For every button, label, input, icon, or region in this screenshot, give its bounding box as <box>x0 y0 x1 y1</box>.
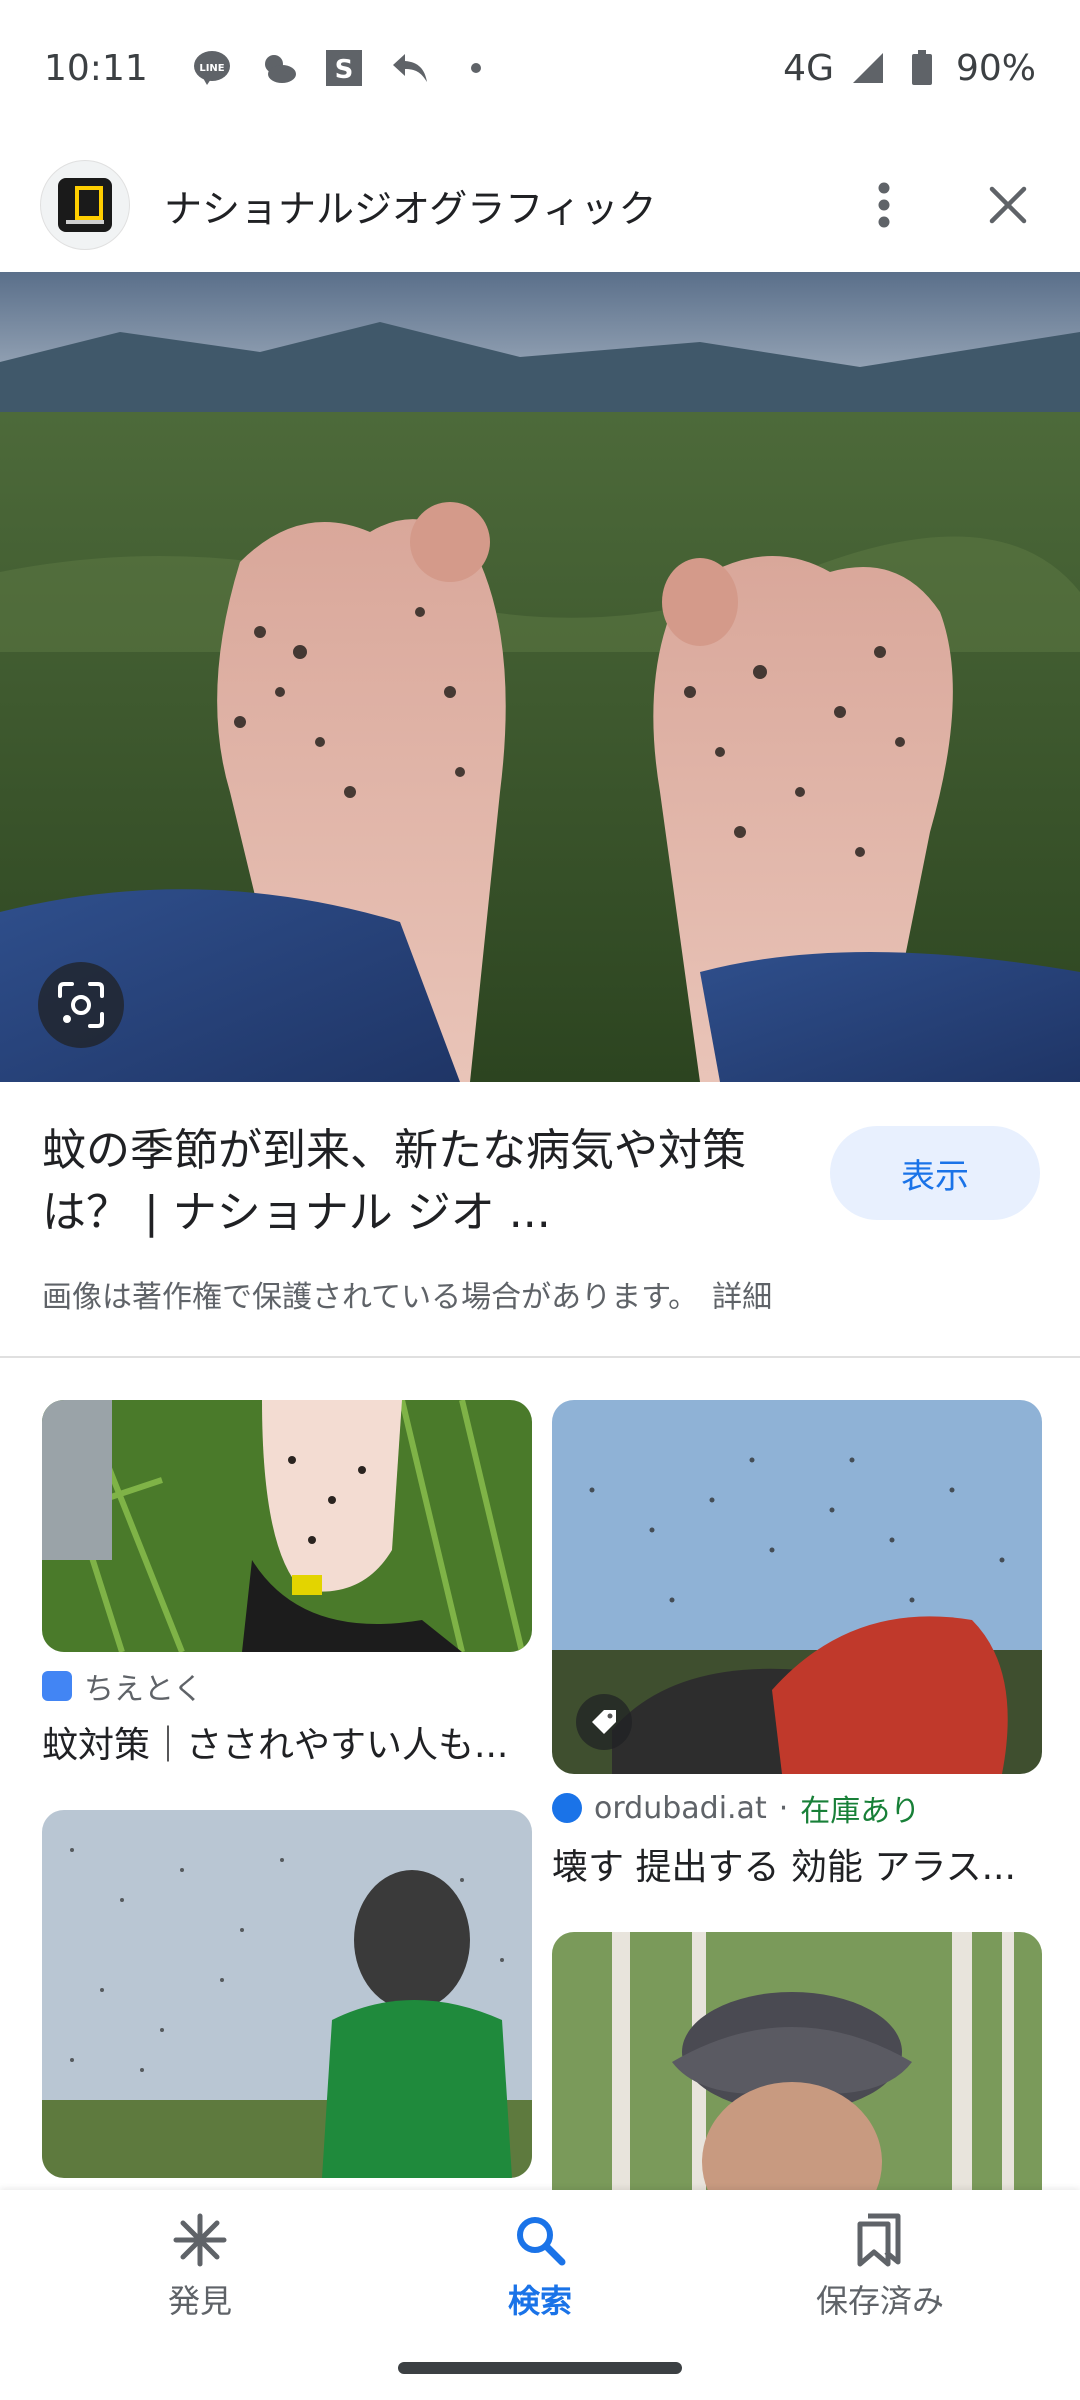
related-thumbnail[interactable] <box>552 1932 1042 2190</box>
chietoku-favicon-icon <box>42 1671 72 1701</box>
natgeo-logo-icon <box>58 178 112 232</box>
battery-level: 90% <box>955 47 1036 89</box>
copyright-text: 画像は著作権で保護されている場合があります。 <box>42 1280 699 1315</box>
visit-button[interactable]: 表示 <box>830 1126 1040 1220</box>
sandal-foot-photo <box>42 1400 532 1652</box>
s-app-icon: S <box>324 48 364 88</box>
related-thumbnail[interactable] <box>552 1400 1042 1774</box>
status-time: 10:11 <box>44 47 148 89</box>
lens-icon <box>58 982 104 1028</box>
related-thumbnail[interactable] <box>42 1400 532 1652</box>
related-card[interactable] <box>552 1932 1042 2190</box>
card-title[interactable]: 壊す 提出する 効能 アラス... <box>552 1838 1042 1890</box>
related-card[interactable]: ordubadi.at · 在庫あり 壊す 提出する 効能 アラス... <box>552 1400 1042 1890</box>
tag-icon <box>592 1710 616 1734</box>
forest-cap-photo <box>552 1932 1042 2190</box>
status-bar: 10:11 LINE S 4G 90% <box>0 0 1080 136</box>
copyright-notice: 画像は著作権で保護されている場合があります。 詳細 <box>42 1272 772 1316</box>
close-button[interactable] <box>976 173 1040 237</box>
dot-icon <box>456 48 496 88</box>
weather-icon <box>258 48 298 88</box>
nav-search[interactable]: 検索 <box>410 2212 670 2322</box>
svg-text:LINE: LINE <box>199 63 224 74</box>
card-source: ordubadi.at · 在庫あり <box>552 1788 1042 1829</box>
source-name: ordubadi.at <box>594 1790 767 1826</box>
more-options-button[interactable] <box>852 173 916 237</box>
divider <box>0 1356 1080 1358</box>
line-icon: LINE <box>192 48 232 88</box>
signal-icon <box>848 48 888 88</box>
source-header: ナショナルジオグラフィック <box>0 150 1080 260</box>
nav-discover[interactable]: 発見 <box>70 2212 330 2322</box>
ordubadi-favicon-icon <box>552 1793 582 1823</box>
result-title[interactable]: 蚊の季節が到来、新たな病気や対策は？ | ナショナル ジオ ... <box>42 1120 822 1244</box>
related-images-grid: ちえとく 蚊対策｜さされやすい人も... ordubadi.at · 在庫あり … <box>0 1400 1080 2190</box>
search-icon <box>517 2217 566 2266</box>
network-type: 4G <box>783 47 834 89</box>
in-stock-label: 在庫あり <box>800 1794 921 1829</box>
card-source: ちえとく <box>42 1666 532 1707</box>
header-actions <box>852 173 1040 237</box>
source-name: ちえとく <box>84 1672 204 1707</box>
nav-saved[interactable]: 保存済み <box>750 2212 1010 2322</box>
status-left: 10:11 LINE S <box>44 48 496 89</box>
source-separator: · <box>778 1790 789 1826</box>
related-thumbnail[interactable] <box>42 1810 532 2178</box>
svg-text:S: S <box>334 55 353 85</box>
site-logo[interactable] <box>40 160 130 250</box>
nav-label: 保存済み <box>815 2282 944 2320</box>
status-right: 4G 90% <box>783 48 1036 89</box>
result-info: 蚊の季節が到来、新たな病気や対策は？ | ナショナル ジオ ... 表示 画像は… <box>0 1100 1080 1340</box>
reply-icon <box>390 48 430 88</box>
lens-button[interactable] <box>38 962 124 1048</box>
home-indicator[interactable] <box>398 2362 682 2374</box>
close-icon <box>989 186 1027 224</box>
more-vert-icon <box>878 182 890 228</box>
main-image[interactable] <box>0 272 1080 1082</box>
battery-icon <box>902 48 942 88</box>
site-name[interactable]: ナショナルジオグラフィック <box>164 178 656 233</box>
nav-label: 検索 <box>507 2282 572 2320</box>
nav-label: 発見 <box>167 2282 232 2320</box>
mosquito-feet-photo <box>0 272 1080 1082</box>
card-title[interactable]: 蚊対策｜さされやすい人も... <box>42 1716 532 1768</box>
product-tag-badge <box>576 1694 632 1750</box>
bookmarks-icon <box>857 2213 901 2267</box>
swarm-green-jacket-photo <box>42 1810 532 2178</box>
asterisk-icon <box>173 2213 227 2267</box>
related-card[interactable] <box>42 1810 532 2178</box>
related-card[interactable]: ちえとく 蚊対策｜さされやすい人も... <box>42 1400 532 1768</box>
details-link[interactable]: 詳細 <box>712 1280 772 1315</box>
